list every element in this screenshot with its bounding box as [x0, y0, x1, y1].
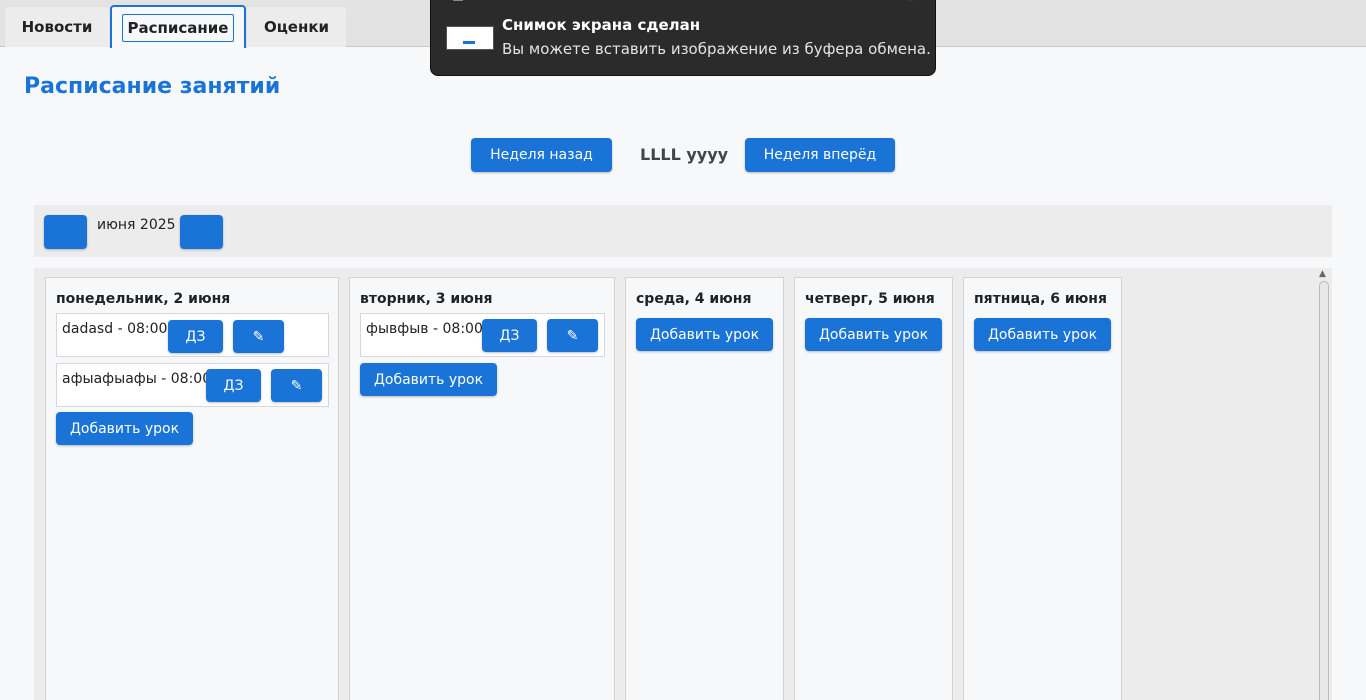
prev-month-button[interactable] — [44, 215, 87, 249]
tab-news-label: Новости — [21, 18, 93, 36]
screenshot-notification[interactable]: Снимок экрана сделан Вы можете вставить … — [430, 0, 936, 76]
day-title: вторник, 3 июня — [360, 291, 493, 307]
page-title: Расписание занятий — [24, 74, 281, 99]
homework-button[interactable]: ДЗ — [482, 319, 537, 352]
day-column-thursday: четверг, 5 июня Добавить урок — [794, 277, 953, 700]
lesson-text: афыафыафы - 08:00 — [62, 371, 212, 387]
add-lesson-button[interactable]: Добавить урок — [360, 363, 497, 396]
edit-icon[interactable]: ✎ — [547, 319, 598, 352]
homework-button[interactable]: ДЗ — [206, 369, 261, 402]
notification-title: Снимок экрана сделан — [502, 16, 701, 34]
day-title: четверг, 5 июня — [805, 291, 935, 307]
add-lesson-button[interactable]: Добавить урок — [974, 318, 1111, 351]
scroll-up-icon[interactable]: ▲ — [1319, 269, 1326, 279]
close-icon[interactable] — [900, 0, 922, 1]
tab-news[interactable]: Новости — [5, 7, 109, 47]
day-column-wednesday: среда, 4 июня Добавить урок — [625, 277, 784, 700]
lesson-text: фывфыв - 08:00 — [366, 321, 483, 337]
day-column-tuesday: вторник, 3 июня фывфыв - 08:00 ДЗ ✎ Доба… — [349, 277, 615, 700]
vertical-scrollbar[interactable] — [1319, 281, 1329, 700]
tab-grades[interactable]: Оценки — [247, 7, 346, 47]
next-month-button[interactable] — [180, 215, 223, 249]
notification-message: Вы можете вставить изображение из буфера… — [502, 40, 931, 58]
tab-schedule-label: Расписание — [121, 13, 235, 42]
day-column-friday: пятница, 6 июня Добавить урок — [963, 277, 1122, 700]
lesson-card: афыафыафы - 08:00 ДЗ ✎ — [56, 363, 329, 407]
lesson-card: фывфыв - 08:00 ДЗ ✎ — [360, 313, 605, 357]
day-title: среда, 4 июня — [636, 291, 752, 307]
day-title: пятница, 6 июня — [974, 291, 1107, 307]
day-title: понедельник, 2 июня — [56, 291, 231, 307]
month-label: июня 2025 — [97, 217, 176, 233]
edit-icon[interactable]: ✎ — [233, 320, 284, 353]
app-icon — [453, 0, 463, 1]
add-lesson-button[interactable]: Добавить урок — [805, 318, 942, 351]
month-bar — [34, 205, 1332, 257]
homework-button[interactable]: ДЗ — [168, 320, 223, 353]
tab-schedule[interactable]: Расписание — [110, 5, 246, 48]
prev-week-button[interactable]: Неделя назад — [471, 138, 612, 172]
day-column-monday: понедельник, 2 июня dadasd - 08:00 ДЗ ✎ … — [45, 277, 339, 700]
screenshot-thumbnail — [446, 26, 494, 50]
next-week-button[interactable]: Неделя вперёд — [745, 138, 895, 172]
current-week-label: LLLL yyyy — [640, 145, 729, 164]
lesson-card: dadasd - 08:00 ДЗ ✎ — [56, 313, 329, 357]
add-lesson-button[interactable]: Добавить урок — [56, 412, 193, 445]
lesson-text: dadasd - 08:00 — [62, 321, 168, 337]
add-lesson-button[interactable]: Добавить урок — [636, 318, 773, 351]
tab-grades-label: Оценки — [263, 18, 330, 36]
edit-icon[interactable]: ✎ — [271, 369, 322, 402]
